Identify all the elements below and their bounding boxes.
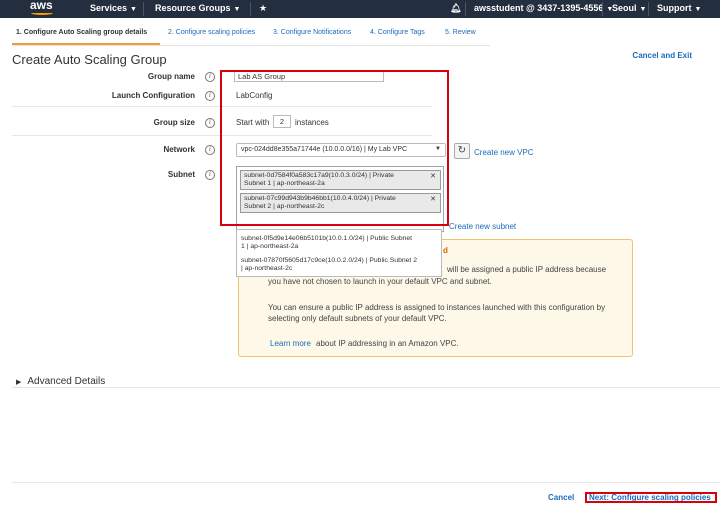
next-button[interactable]: Next: Configure scaling policies xyxy=(585,492,717,503)
advanced-details-label: Advanced Details xyxy=(27,376,106,387)
tab-review[interactable]: 5. Review xyxy=(445,29,476,36)
info-icon[interactable]: i xyxy=(205,170,215,180)
bell-icon[interactable]: 🔔︎ xyxy=(450,3,461,14)
subnet-option-line: subnet-0f5d9e14e06b5101b(10.0.1.0/24) | … xyxy=(241,235,413,242)
create-vpc-link[interactable]: Create new VPC xyxy=(474,148,534,157)
nav-divider xyxy=(465,2,466,16)
pin-icon[interactable]: ★ xyxy=(259,3,267,14)
cancel-button[interactable]: Cancel xyxy=(548,493,574,502)
nav-divider xyxy=(648,2,649,16)
section-divider xyxy=(12,387,720,388)
tab-configure-details[interactable]: 1. Configure Auto Scaling group details xyxy=(16,29,147,36)
top-nav-bar: aws Services ▼ Resource Groups ▼ ★ 🔔︎ awss… xyxy=(0,0,720,18)
subnet-option-line: 1 | ap-northeast-2a xyxy=(241,243,299,250)
aws-smile-icon xyxy=(31,11,53,15)
info-icon[interactable]: i xyxy=(205,118,215,128)
triangle-right-icon: ▶ xyxy=(16,379,22,386)
page-title: Create Auto Scaling Group xyxy=(12,52,167,67)
footer-divider xyxy=(12,482,720,483)
subnet-option-line: | ap-northeast-2c xyxy=(241,265,293,272)
tab-notifications[interactable]: 3. Configure Notifications xyxy=(273,29,351,36)
nav-divider xyxy=(250,2,251,16)
warning-title: d xyxy=(443,246,448,255)
resource-groups-menu[interactable]: Resource Groups ▼ xyxy=(155,3,240,13)
resource-groups-label: Resource Groups xyxy=(155,3,231,13)
subnet-option[interactable]: subnet-07870f5605d17c9ce(10.0.2.0/24) | … xyxy=(241,257,417,273)
group-size-label: Group size xyxy=(153,118,195,127)
group-name-label: Group name xyxy=(147,72,195,81)
support-label: Support xyxy=(657,3,692,13)
warning-text: You can ensure a public IP address is as… xyxy=(268,303,606,312)
advanced-details-toggle[interactable]: ▶ Advanced Details xyxy=(16,376,105,387)
learn-more-link[interactable]: Learn more xyxy=(270,338,311,349)
region-label: Seoul xyxy=(612,3,637,13)
create-subnet-link[interactable]: Create new subnet xyxy=(449,222,516,231)
aws-logo[interactable]: aws xyxy=(30,0,53,15)
warning-text: will be assigned a public IP address bec… xyxy=(447,265,607,274)
tab-scaling-policies[interactable]: 2. Configure scaling policies xyxy=(168,29,255,36)
subnet-dropdown: subnet-0f5d9e14e06b5101b(10.0.1.0/24) | … xyxy=(236,229,442,277)
chevron-down-icon: ▼ xyxy=(130,6,137,13)
info-icon[interactable]: i xyxy=(205,91,215,101)
wizard-tabs: 1. Configure Auto Scaling group details … xyxy=(0,22,720,46)
highlight-box xyxy=(220,70,449,226)
support-menu[interactable]: Support ▼ xyxy=(657,3,701,13)
cancel-and-exit-link[interactable]: Cancel and Exit xyxy=(632,51,692,60)
tab-tags[interactable]: 4. Configure Tags xyxy=(370,29,425,36)
chevron-down-icon: ▼ xyxy=(233,6,241,13)
chevron-down-icon: ▼ xyxy=(639,6,647,13)
launch-config-label: Launch Configuration xyxy=(111,91,195,100)
services-menu[interactable]: Services ▼ xyxy=(90,3,137,13)
subnet-label: Subnet xyxy=(167,170,195,179)
region-menu[interactable]: Seoul ▼ xyxy=(612,3,646,13)
chevron-down-icon: ▼ xyxy=(694,6,702,13)
refresh-icon[interactable]: ↻ xyxy=(454,143,470,159)
nav-divider xyxy=(602,2,603,16)
subnet-option[interactable]: subnet-0f5d9e14e06b5101b(10.0.1.0/24) | … xyxy=(241,235,412,251)
services-label: Services xyxy=(90,3,128,13)
warning-text: selecting only default subnets of your d… xyxy=(268,314,447,323)
tabs-divider xyxy=(12,45,490,46)
account-label: awsstudent @ 3437-1395-4556 xyxy=(474,3,604,13)
nav-divider xyxy=(143,2,144,16)
account-menu[interactable]: awsstudent @ 3437-1395-4556 ▼ xyxy=(474,3,613,13)
info-icon[interactable]: i xyxy=(205,72,215,82)
network-label: Network xyxy=(163,145,195,154)
info-icon[interactable]: i xyxy=(205,145,215,155)
subnet-option-line: subnet-07870f5605d17c9ce(10.0.2.0/24) | … xyxy=(241,257,417,264)
warning-text: you have not chosen to launch in your de… xyxy=(268,277,492,286)
warning-text: about IP addressing in an Amazon VPC. xyxy=(316,339,459,348)
